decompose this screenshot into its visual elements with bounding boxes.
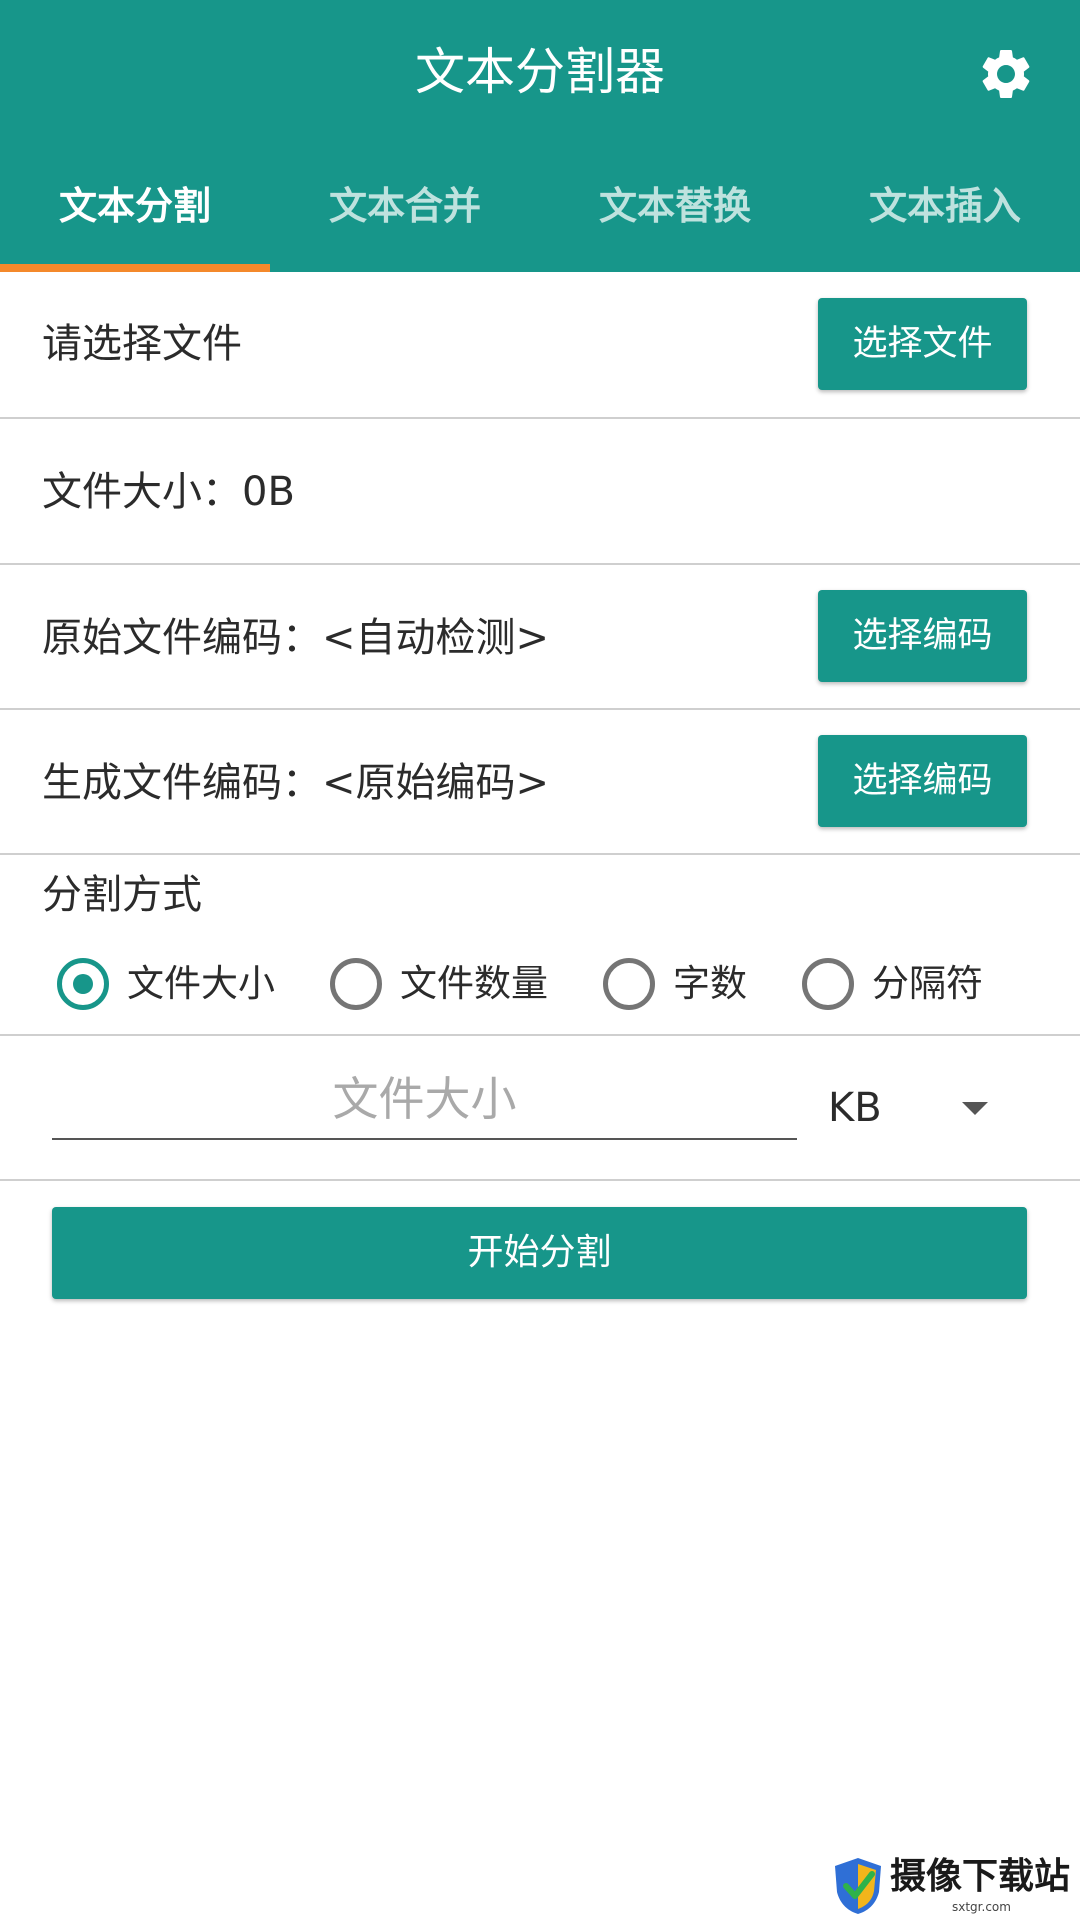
tab-text-insert[interactable]: 文本插入 [810, 168, 1080, 272]
file-prompt: 请选择文件 [42, 321, 242, 367]
watermark: 摄像下载站 sxtgr.com [832, 1852, 1080, 1920]
file-row: 请选择文件 选择文件 [0, 272, 1080, 419]
start-split-button[interactable]: 开始分割 [52, 1207, 1027, 1299]
radio-label: 文件大小 [127, 962, 275, 1005]
choose-source-encoding-button[interactable]: 选择编码 [818, 590, 1027, 682]
radio-label: 字数 [673, 962, 747, 1005]
split-mode-heading: 分割方式 [42, 872, 202, 918]
file-size-row: 文件大小：0B [0, 419, 1080, 565]
radio-unchecked-icon [603, 958, 655, 1010]
tab-text-split[interactable]: 文本分割 [0, 168, 270, 272]
tab-bar: 文本分割 文本合并 文本替换 文本插入 [0, 168, 1080, 272]
tab-indicator [0, 264, 270, 272]
radio-checked-icon [57, 958, 109, 1010]
radio-word-count[interactable]: 字数 [603, 944, 763, 1024]
radio-file-size[interactable]: 文件大小 [57, 944, 287, 1024]
gear-icon[interactable] [976, 44, 1036, 104]
dropdown-arrow-icon [962, 1102, 988, 1115]
output-encoding-row: 生成文件编码：<原始编码> 选择编码 [0, 710, 1080, 855]
source-encoding-row: 原始文件编码：<自动检测> 选择编码 [0, 565, 1080, 710]
shield-logo-icon [835, 1858, 881, 1914]
app-title: 文本分割器 [415, 43, 665, 101]
radio-file-count[interactable]: 文件数量 [330, 944, 560, 1024]
size-input[interactable] [52, 1060, 797, 1140]
radio-label: 文件数量 [400, 962, 548, 1005]
radio-label: 分隔符 [872, 962, 983, 1005]
file-size-label: 文件大小：0B [42, 469, 295, 515]
watermark-name: 摄像下载站 [890, 1855, 1071, 1897]
split-mode-radio-group: 文件大小 文件数量 字数 分隔符 [0, 944, 1080, 1024]
source-encoding-label: 原始文件编码：<自动检测> [42, 615, 550, 661]
radio-unchecked-icon [330, 958, 382, 1010]
watermark-url: sxtgr.com [952, 1900, 1011, 1914]
choose-output-encoding-button[interactable]: 选择编码 [818, 735, 1027, 827]
tab-text-merge[interactable]: 文本合并 [270, 168, 540, 272]
unit-selected-value: KB [828, 1085, 882, 1131]
radio-separator[interactable]: 分隔符 [802, 944, 1002, 1024]
unit-dropdown[interactable]: KB [826, 1072, 1006, 1148]
output-encoding-label: 生成文件编码：<原始编码> [42, 760, 550, 806]
tab-text-replace[interactable]: 文本替换 [540, 168, 810, 272]
radio-unchecked-icon [802, 958, 854, 1010]
choose-file-button[interactable]: 选择文件 [818, 298, 1027, 390]
